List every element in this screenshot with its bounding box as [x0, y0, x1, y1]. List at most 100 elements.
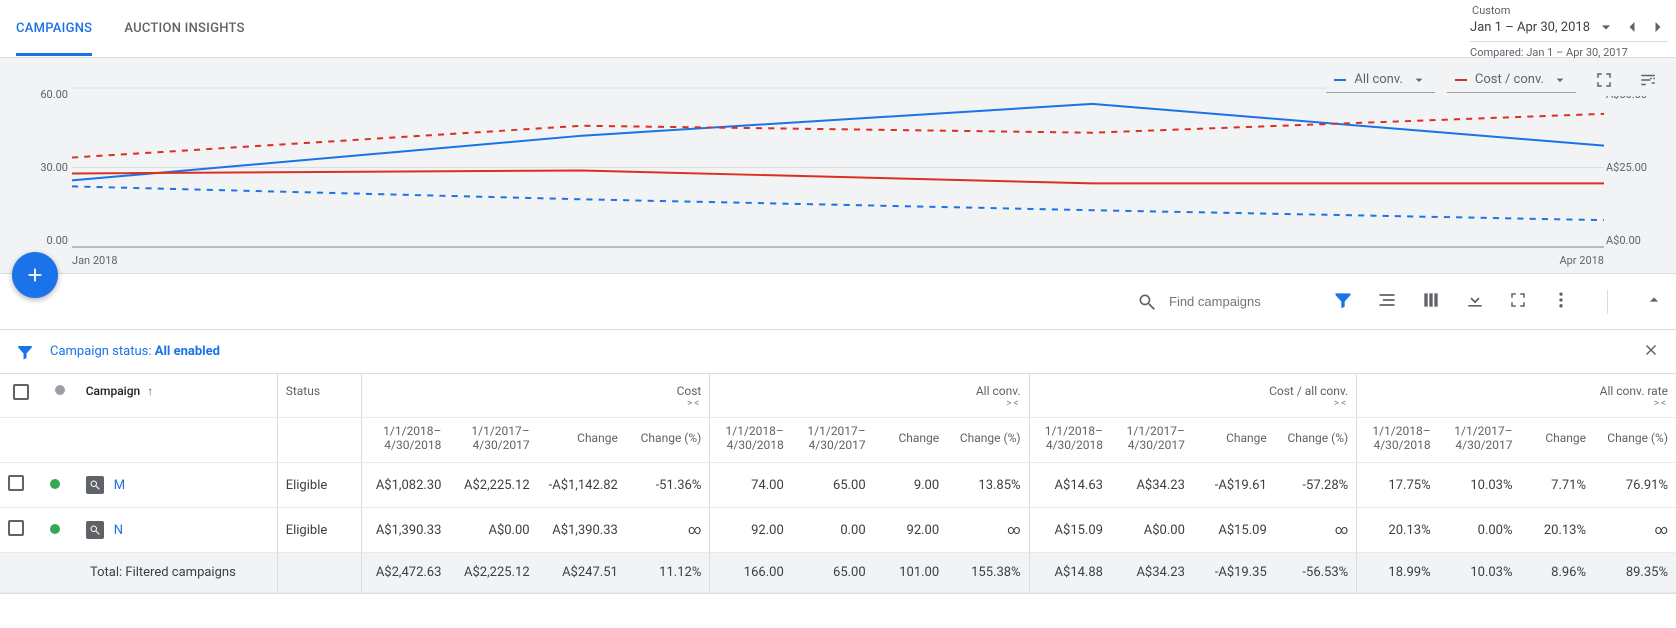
metric1-select[interactable]: All conv. [1326, 68, 1434, 93]
adjust-chart-icon[interactable] [1632, 64, 1664, 96]
download-icon[interactable] [1465, 290, 1485, 314]
cell: A$2,225.12 [449, 553, 537, 593]
select-all-checkbox[interactable] [13, 384, 29, 400]
chart-y-right: A$50.00 A$25.00 A$0.00 [1606, 88, 1658, 247]
cell: 13.85% [947, 463, 1029, 508]
sort-asc-icon: ↑ [147, 384, 153, 398]
search-input[interactable] [1169, 294, 1309, 309]
close-icon[interactable] [1642, 341, 1660, 363]
cell: A$34.23 [1111, 463, 1193, 508]
chart-x-axis: Jan 2018 Apr 2018 [72, 254, 1604, 267]
total-label: Total: Filtered campaigns [0, 553, 277, 593]
expand-chart-icon[interactable] [1588, 64, 1620, 96]
dropdown-icon [1411, 72, 1427, 88]
date-range-text[interactable]: Jan 1 – Apr 30, 2018 [1470, 20, 1590, 35]
colgroup-allconv[interactable]: All conv. >< [710, 374, 1029, 418]
filter-icon[interactable] [16, 343, 34, 361]
chart-canvas [72, 88, 1604, 247]
subcol[interactable]: 1/1/2017–4/30/2017 [1439, 418, 1521, 463]
table-row[interactable]: N Eligible A$1,390.33 A$0.00 A$1,390.33 … [0, 508, 1676, 553]
metric2-swatch [1455, 79, 1467, 81]
col-status[interactable]: Status [277, 374, 361, 418]
subcol[interactable]: Change [874, 418, 948, 463]
search-icon[interactable] [1137, 292, 1157, 312]
row-checkbox[interactable] [8, 475, 24, 491]
subcol[interactable]: 1/1/2017–4/30/2017 [449, 418, 537, 463]
subcol[interactable]: Change [1521, 418, 1595, 463]
table-row[interactable]: M Eligible A$1,082.30 A$2,225.12 -A$1,14… [0, 463, 1676, 508]
colgroup-cpa[interactable]: Cost / all conv. >< [1029, 374, 1357, 418]
col-status-label: Status [286, 384, 320, 398]
cell: -A$1,142.82 [538, 463, 626, 508]
cell: ∞ [1594, 508, 1676, 553]
colgroup-cost[interactable]: Cost >< [361, 374, 710, 418]
subcol[interactable]: 1/1/2018–4/30/2018 [1357, 418, 1439, 463]
metric2-select[interactable]: Cost / conv. [1447, 68, 1576, 93]
col-campaign-label: Campaign [86, 384, 141, 398]
collapse-up-icon[interactable] [1644, 290, 1664, 314]
compare-icon: >< [1038, 398, 1349, 409]
campaign-link[interactable]: N [114, 523, 123, 538]
columns-icon[interactable] [1421, 290, 1441, 314]
cell: 65.00 [792, 553, 874, 593]
cell: 101.00 [874, 553, 948, 593]
subcol[interactable]: 1/1/2018–4/30/2018 [361, 418, 449, 463]
cell: 18.99% [1357, 553, 1439, 593]
cell: -A$19.35 [1193, 553, 1275, 593]
subcol[interactable]: Change (%) [947, 418, 1029, 463]
subcol[interactable]: 1/1/2018–4/30/2018 [1029, 418, 1111, 463]
cell: ∞ [947, 508, 1029, 553]
cell: A$1,082.30 [361, 463, 449, 508]
filter-text[interactable]: Campaign status: All enabled [50, 344, 220, 359]
cell: 155.38% [947, 553, 1029, 593]
cell: ∞ [626, 508, 710, 553]
cell: A$1,390.33 [361, 508, 449, 553]
y-tick: A$25.00 [1606, 161, 1658, 174]
more-icon[interactable] [1551, 290, 1571, 314]
subcol[interactable]: 1/1/2017–4/30/2017 [1111, 418, 1193, 463]
cell: 65.00 [792, 463, 874, 508]
subcol[interactable]: Change [538, 418, 626, 463]
next-period-icon[interactable] [1648, 17, 1668, 37]
cell: A$14.63 [1029, 463, 1111, 508]
total-row: Total: Filtered campaigns A$2,472.63 A$2… [0, 553, 1676, 593]
cell: A$0.00 [449, 508, 537, 553]
subcol[interactable]: Change (%) [626, 418, 710, 463]
colgroup-rate[interactable]: All conv. rate >< [1357, 374, 1676, 418]
x-tick: Jan 2018 [72, 254, 118, 267]
cell: 0.00 [792, 508, 874, 553]
dropdown-icon[interactable] [1596, 17, 1616, 37]
cell: 76.91% [1594, 463, 1676, 508]
subcol[interactable]: Change (%) [1594, 418, 1676, 463]
cell: 17.75% [1357, 463, 1439, 508]
cell: A$15.09 [1193, 508, 1275, 553]
subcol[interactable]: Change (%) [1275, 418, 1357, 463]
cell: 20.13% [1521, 508, 1595, 553]
cell: 8.96% [1521, 553, 1595, 593]
campaign-link[interactable]: M [114, 478, 125, 493]
prev-period-icon[interactable] [1622, 17, 1642, 37]
subcol[interactable]: Change [1193, 418, 1275, 463]
tab-campaigns[interactable]: CAMPAIGNS [0, 0, 108, 56]
subcol[interactable]: 1/1/2017–4/30/2017 [792, 418, 874, 463]
filter-prefix: Campaign status: [50, 344, 155, 359]
cell: 7.71% [1521, 463, 1595, 508]
expand-icon[interactable] [1509, 291, 1527, 313]
add-button[interactable] [12, 252, 58, 298]
cell: A$1,390.33 [538, 508, 626, 553]
row-checkbox[interactable] [8, 520, 24, 536]
metric1-label: All conv. [1354, 72, 1402, 87]
cell: 10.03% [1439, 553, 1521, 593]
subcol[interactable]: 1/1/2018–4/30/2018 [710, 418, 792, 463]
col-campaign[interactable]: Campaign ↑ [78, 374, 278, 418]
filter-bar: Campaign status: All enabled [0, 330, 1676, 374]
segment-icon[interactable] [1377, 290, 1397, 314]
colgroup-rate-label: All conv. rate [1365, 384, 1668, 398]
colgroup-allconv-label: All conv. [718, 384, 1020, 398]
cell: -51.36% [626, 463, 710, 508]
metric1-swatch [1334, 79, 1346, 81]
y-tick: 0.00 [32, 234, 68, 247]
cell: -56.53% [1275, 553, 1357, 593]
tab-auction-insights[interactable]: AUCTION INSIGHTS [108, 0, 260, 56]
filter-icon[interactable] [1333, 290, 1353, 314]
